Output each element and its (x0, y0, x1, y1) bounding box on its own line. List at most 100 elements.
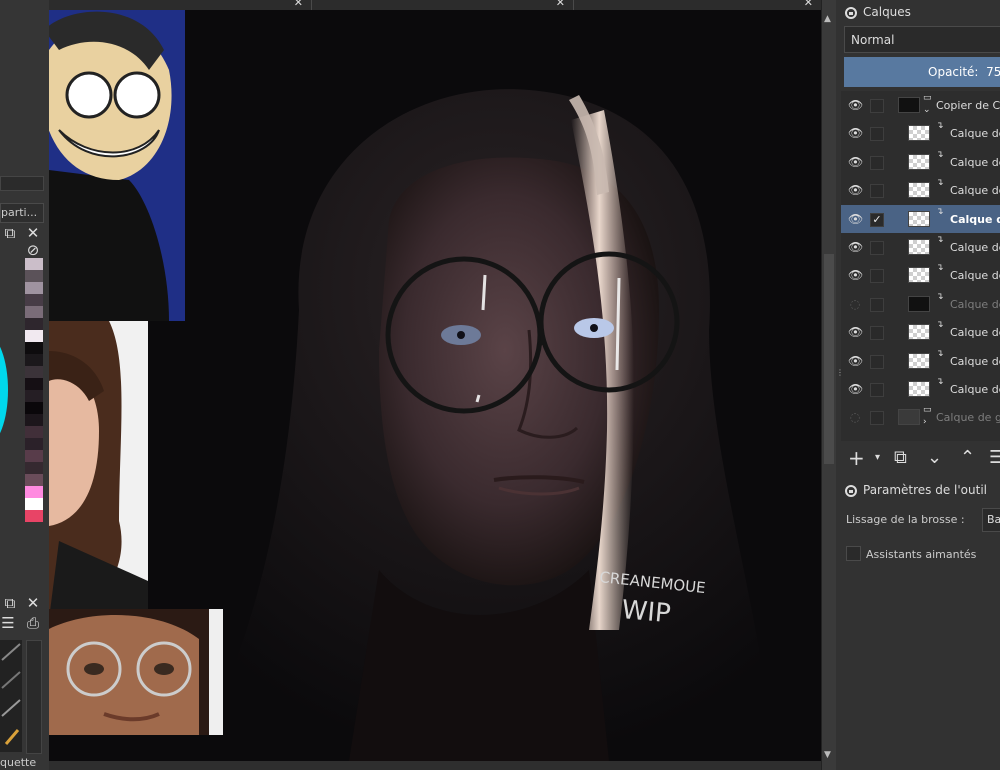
palette-swatch[interactable] (25, 402, 43, 414)
layer-row[interactable]: ◌ ↴ Calque de (841, 290, 1000, 318)
layer-row[interactable]: 👁 ↴ Calque de (841, 375, 1000, 403)
layer-select-checkbox[interactable] (870, 326, 884, 341)
visibility-eye-icon[interactable]: 👁 (848, 268, 863, 282)
layer-select-checkbox[interactable] (870, 383, 884, 397)
visibility-eye-icon[interactable]: ◌ (848, 410, 862, 424)
canvas-vertical-scrollbar[interactable]: ▲ ▼ (821, 0, 836, 770)
palette-swatch[interactable] (25, 318, 43, 330)
palette-swatch[interactable] (25, 390, 43, 402)
palette-swatch[interactable] (25, 510, 43, 522)
palette-swatch[interactable] (25, 426, 43, 438)
color-wheel[interactable] (0, 335, 8, 445)
layer-row[interactable]: 👁 ▭ ⌄ Copier de C (841, 91, 1000, 119)
visibility-eye-icon[interactable]: 👁 (848, 98, 863, 112)
float-panel-icon[interactable]: ⧉ (2, 596, 18, 611)
clear-color-icon[interactable]: ⊘ (25, 243, 41, 258)
palette-swatch[interactable] (25, 462, 43, 474)
dock-tab-label[interactable]: quette (0, 756, 36, 769)
close-tab-icon[interactable]: ✕ (294, 0, 303, 9)
layer-select-checkbox[interactable] (870, 99, 884, 113)
opacity-slider[interactable]: Opacité: 75% (844, 57, 1000, 87)
lock-icon[interactable] (845, 485, 857, 497)
layer-row[interactable]: 👁 ↴ Calque de (841, 347, 1000, 375)
visibility-eye-icon[interactable]: 👁 (848, 240, 863, 254)
layer-menu-icon[interactable]: ☰ (989, 446, 1000, 470)
layer-row[interactable]: 👁 ↴ Calque de (841, 176, 1000, 204)
document-tab[interactable]: ✕ (49, 0, 312, 10)
brush-smoothing-select[interactable]: Ba (982, 508, 1000, 532)
expand-folder-icon[interactable]: ⌄ (923, 105, 933, 115)
close-tab-icon[interactable]: ✕ (804, 0, 813, 9)
document-tab[interactable]: ✕ (573, 0, 821, 10)
brush-list-scrollbar[interactable] (26, 640, 42, 754)
layer-select-checkbox[interactable] (870, 354, 884, 369)
visibility-eye-icon[interactable]: 👁 (848, 212, 863, 226)
visibility-eye-icon[interactable]: ◌ (848, 297, 862, 311)
layer-row[interactable]: 👁 ↴ Calque de (841, 261, 1000, 289)
layer-select-checkbox[interactable] (870, 127, 884, 142)
layer-select-checkbox[interactable] (870, 297, 884, 312)
dock-tab-partial[interactable]: parti... (0, 203, 44, 223)
palette-swatch[interactable] (25, 486, 43, 498)
palette-swatch[interactable] (25, 330, 43, 342)
palette-swatch[interactable] (25, 294, 43, 306)
collapsed-folder-icon[interactable]: › (923, 417, 933, 427)
duplicate-layer-icon[interactable]: ⧉ (894, 446, 907, 470)
close-tab-icon[interactable]: ✕ (556, 0, 565, 9)
horizontal-scrollbar[interactable] (49, 761, 821, 770)
close-panel-icon[interactable]: ✕ (25, 596, 41, 611)
blend-mode-select[interactable]: Normal (844, 26, 1000, 53)
brush-preset-list[interactable] (0, 640, 22, 752)
palette-swatch[interactable] (25, 474, 43, 486)
layer-row[interactable]: ◌ ▭ › Calque de g (841, 403, 1000, 431)
palette-swatch[interactable] (25, 366, 43, 378)
snap-assistants-checkbox[interactable] (846, 546, 861, 561)
layer-row[interactable]: 👁 ↴ Calque de (841, 148, 1000, 176)
move-layer-down-icon[interactable]: ⌄ (927, 446, 942, 470)
palette-swatch[interactable] (25, 438, 43, 450)
scroll-up-icon[interactable]: ▲ (824, 14, 831, 24)
float-panel-icon[interactable]: ⧉ (2, 226, 18, 241)
layer-list[interactable]: 👁 ▭ ⌄ Copier de C 👁 ↴ Calque de 👁 ↴ Calque de 👁 ↴ Ca… (841, 91, 1000, 441)
palette-swatch[interactable] (25, 342, 43, 354)
palette-swatch[interactable] (25, 354, 43, 366)
visibility-eye-icon[interactable]: 👁 (848, 183, 863, 197)
visibility-eye-icon[interactable]: 👁 (848, 325, 863, 339)
layer-select-checkbox[interactable]: ✓ (870, 212, 884, 227)
palette-swatch[interactable] (25, 414, 43, 426)
layer-row[interactable]: 👁 ↴ Calque de (841, 119, 1000, 147)
layer-select-checkbox[interactable] (870, 155, 884, 170)
palette-swatch[interactable] (25, 258, 43, 270)
move-layer-up-icon[interactable]: ⌃ (960, 446, 975, 470)
add-layer-dropdown-icon[interactable]: ▾ (875, 446, 880, 470)
visibility-eye-icon[interactable]: 👁 (848, 126, 863, 140)
layer-row[interactable]: 👁 ✓ ↴ Calque de (841, 204, 1000, 233)
drawing-canvas[interactable]: CREANEMOUE WIP (49, 10, 821, 761)
layer-select-checkbox[interactable] (870, 241, 884, 255)
palette-swatch[interactable] (25, 498, 43, 510)
palette-swatch[interactable] (25, 306, 43, 318)
palette-swatch[interactable] (25, 270, 43, 282)
color-palette[interactable] (25, 258, 43, 522)
visibility-eye-icon[interactable]: 👁 (848, 354, 863, 368)
layer-select-checkbox[interactable] (870, 411, 884, 426)
lock-icon[interactable] (845, 7, 857, 19)
palette-swatch[interactable] (25, 378, 43, 390)
layer-select-checkbox[interactable] (870, 269, 884, 284)
layer-thumbnail (908, 324, 930, 341)
svg-text:CREANEMOUE: CREANEMOUE (599, 568, 706, 597)
add-layer-icon[interactable]: + (848, 446, 865, 470)
layer-row[interactable]: 👁 ↴ Calque de (841, 318, 1000, 346)
visibility-eye-icon[interactable]: 👁 (848, 155, 863, 169)
document-tab[interactable]: ✕ (311, 0, 574, 10)
scrollbar-thumb[interactable] (824, 254, 834, 464)
visibility-eye-icon[interactable]: 👁 (848, 382, 863, 396)
close-panel-icon[interactable]: ✕ (25, 226, 41, 241)
layer-select-checkbox[interactable] (870, 184, 884, 199)
scroll-down-icon[interactable]: ▼ (824, 750, 831, 760)
import-icon[interactable]: ⎙ (25, 616, 41, 631)
menu-icon[interactable]: ☰ (0, 616, 16, 631)
palette-swatch[interactable] (25, 450, 43, 462)
palette-swatch[interactable] (25, 282, 43, 294)
layer-row[interactable]: 👁 ↴ Calque de (841, 233, 1000, 261)
